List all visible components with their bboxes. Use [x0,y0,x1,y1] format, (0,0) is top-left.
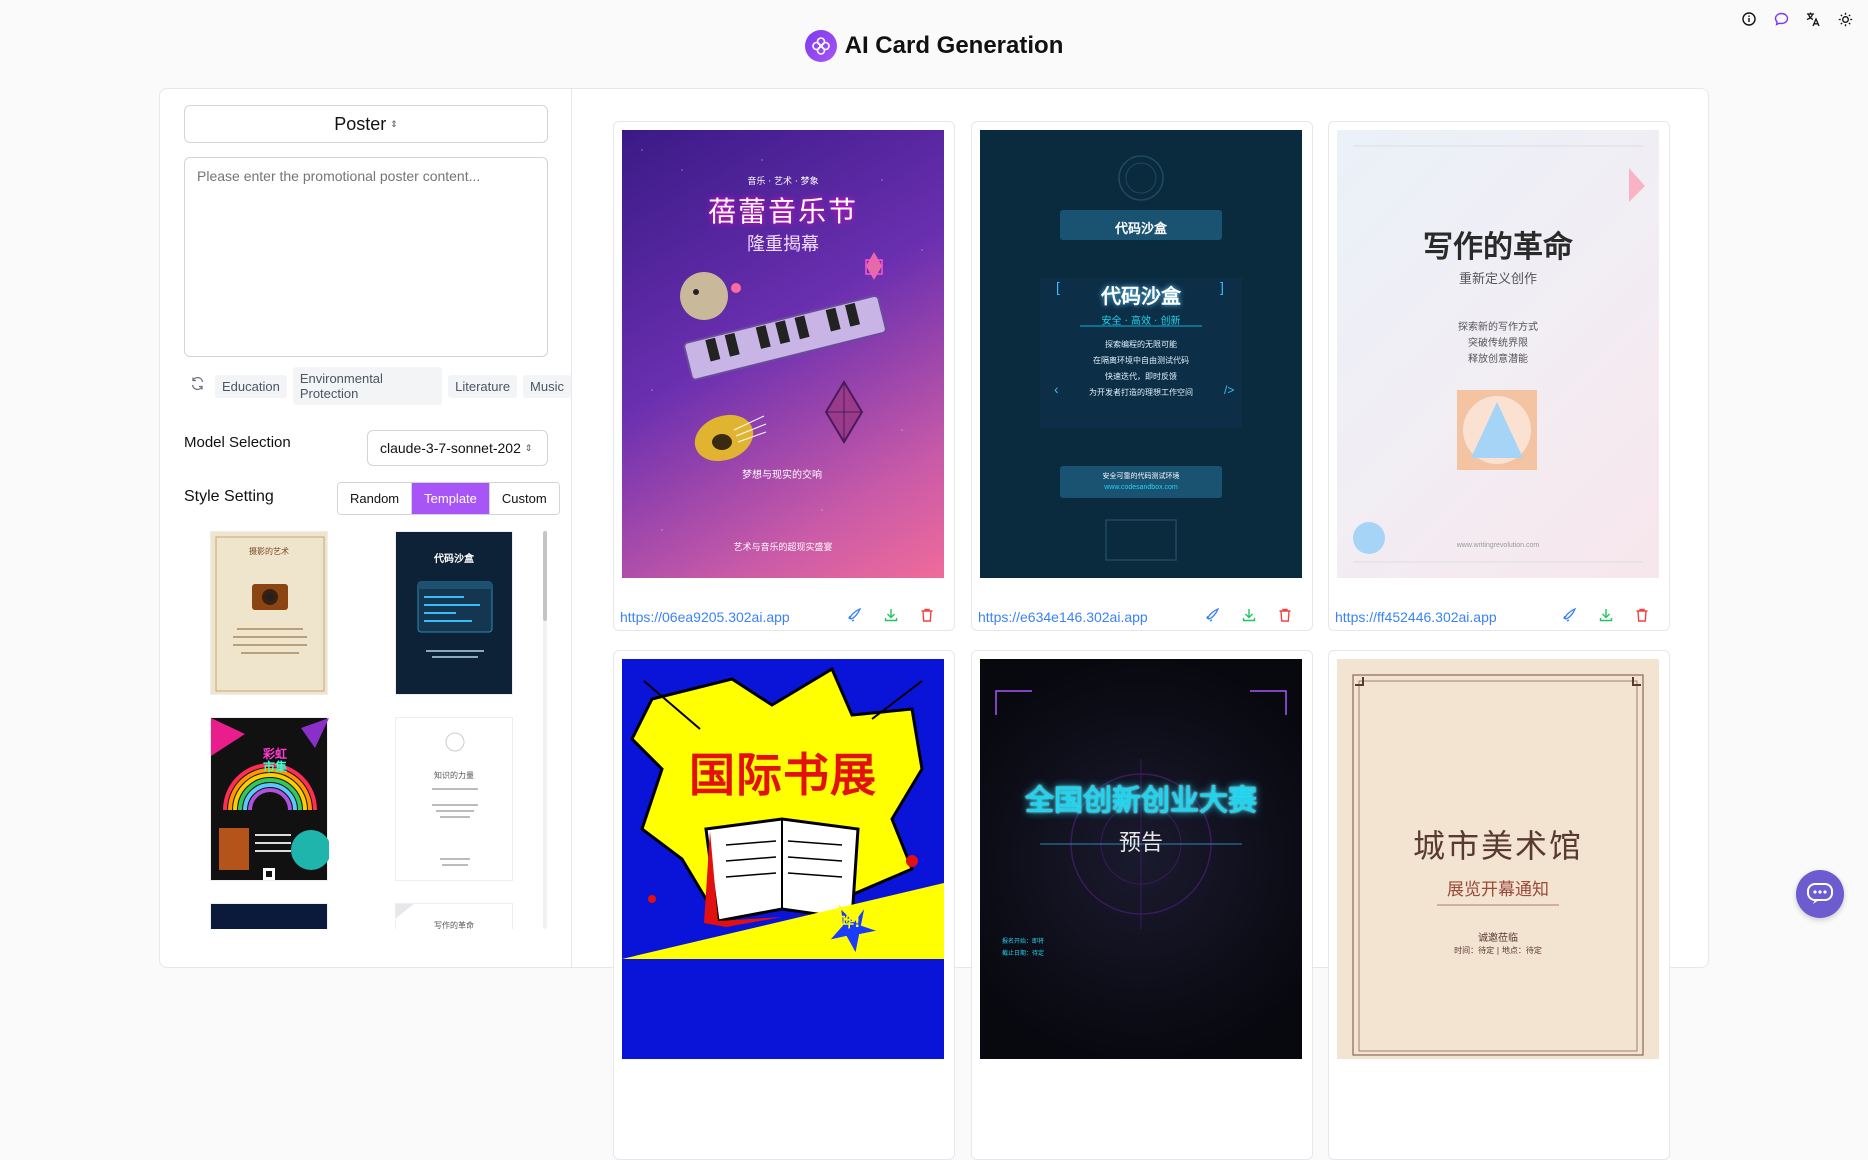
card-small-text: 截止日期：待定 [1002,950,1045,957]
tag-literature[interactable]: Literature [448,374,518,398]
card-line: 释放创意潜能 [1468,354,1528,365]
card-line: 探索新的写作方式 [1458,322,1538,333]
card-title: 写作的革命 [1423,230,1573,265]
card-title: 蓓蕾音乐节 [707,195,858,228]
template-thumb-writing[interactable]: 写作的革命 [395,903,513,929]
card-eyebrow: 音乐 · 艺术 · 梦象 [747,177,819,187]
style-template-button[interactable]: Template [412,483,490,514]
app-title: AI Card Generation [844,32,1064,59]
quick-tags: Education Environmental Protection Liter… [190,367,571,405]
template-scrollbar[interactable] [543,531,547,929]
card-actions [1561,606,1651,624]
template-thumb-knowledge[interactable]: 知识的力量 [395,717,513,881]
card-line: 为开发者打造的理想工作空间 [1089,388,1193,397]
card-image[interactable]: 音乐 · 艺术 · 梦象 蓓蕾音乐节 隆重揭幕 梦想与现实的交响 艺术与音乐的超… [622,130,944,578]
card-city-art-museum: 城市美术馆 展览开幕通知 诚邀莅临 时间：待定 | 地点：待定 [1328,650,1670,1160]
card-subtitle: 预告 [1118,831,1163,856]
template-thumb-photography[interactable]: 摄影的艺术 [210,531,328,695]
card-image[interactable]: 城市美术馆 展览开幕通知 诚邀莅临 时间：待定 | 地点：待定 [1337,659,1659,1059]
translate-icon[interactable] [1804,10,1822,28]
card-subtitle: 隆重揭幕 [747,234,819,255]
settings-sidebar: Poster⇕ Education Environmental Protecti… [160,89,572,967]
template-list: 摄影的艺术 代码沙盒 彩虹 市集 知识的力量 写作的革命 [184,531,544,929]
trash-icon[interactable] [918,606,936,624]
card-tagline: 安全 · 高效 · 创新 [1101,316,1181,327]
template-title: 知识的力量 [434,771,474,780]
card-line: 探索编程的无限可能 [1105,340,1177,349]
model-select[interactable]: claude-3-7-sonnet-202 ⇕ [367,430,548,466]
rocket-icon[interactable] [846,606,864,624]
tag-education[interactable]: Education [215,374,287,398]
trash-icon[interactable] [1276,606,1294,624]
card-actions [1204,606,1294,624]
card-innovation-contest: 全国创新创业大赛 预告 报名开始：即将 截止日期：待定 [971,650,1313,1160]
style-setting-label: Style Setting [184,488,274,505]
sort-arrows-icon: ⇕ [390,118,398,129]
model-value: claude-3-7-sonnet-202 [380,440,521,456]
card-title: 代码沙盒 [1101,284,1181,308]
content-textarea[interactable] [184,157,548,357]
card-image[interactable]: [] ‹/> 代码沙盒 代码沙盒 安全 · 高效 · 创新 探索编程的无限可能 … [980,130,1302,578]
template-title: 写作的革命 [434,921,474,929]
model-selection-label: Model Selection [184,434,291,451]
sort-arrows-icon: ⇕ [524,442,533,453]
download-icon[interactable] [1240,606,1258,624]
card-image[interactable]: 写作的革命 重新定义创作 探索新的写作方式 突破传统界限 释放创意潜能 www.… [1337,130,1659,578]
rocket-icon[interactable] [1204,606,1222,624]
card-url-link[interactable]: https://e634e146.302ai.app [978,609,1148,625]
card-small-text: 报名开始：即将 [1002,938,1045,945]
download-icon[interactable] [1597,606,1615,624]
card-code-sandbox: [] ‹/> 代码沙盒 代码沙盒 安全 · 高效 · 创新 探索编程的无限可能 … [971,121,1313,631]
template-title: 彩虹 市集 [263,748,287,774]
card-url-link[interactable]: https://06ea9205.302ai.app [620,609,790,625]
flower-logo-icon [804,30,837,62]
trash-icon[interactable] [1633,606,1651,624]
card-footer: 安全可靠的代码测试环境 [1102,472,1180,480]
template-thumb-dark[interactable] [210,903,328,929]
template-title-line2: 市集 [263,760,288,774]
card-type-value: Poster [334,113,387,134]
app-header: AI Card Generation [0,30,1868,62]
card-image[interactable]: 全国创新创业大赛 预告 报名开始：即将 截止日期：待定 [980,659,1302,1059]
card-footer-url: www.codesandbox.com [1104,484,1178,491]
tag-environmental-protection[interactable]: Environmental Protection [292,367,443,405]
card-subtitle: 展览开幕通知 [1447,880,1549,900]
template-thumb-code-sandbox[interactable]: 代码沙盒 [395,531,513,695]
card-title: 国际书展 [689,748,877,802]
style-custom-button[interactable]: Custom [489,483,559,514]
info-icon[interactable] [1740,10,1758,28]
card-image[interactable]: 国际书展 哗! [622,659,944,1059]
card-subtitle: 重新定义创作 [1458,272,1537,287]
download-icon[interactable] [882,606,900,624]
template-title: 摄影的艺术 [249,547,289,556]
card-badge: 哗! [840,915,861,931]
card-line: 诚邀莅临 [1478,933,1518,944]
card-line: 在隔离环境中自由测试代码 [1093,356,1189,365]
card-line: 快速迭代，即时反馈 [1105,372,1177,381]
card-line: 突破传统界限 [1468,338,1528,349]
card-actions [846,606,936,624]
card-music-festival: 音乐 · 艺术 · 梦象 蓓蕾音乐节 隆重揭幕 梦想与现实的交响 艺术与音乐的超… [613,121,955,631]
chat-support-button[interactable] [1796,870,1844,918]
card-site: www.writingrevolution.com [1456,542,1540,549]
card-writing-revolution: 写作的革命 重新定义创作 探索新的写作方式 突破传统界限 释放创意潜能 www.… [1328,121,1670,631]
card-book-fair: 国际书展 哗! [613,650,955,1160]
refresh-icon[interactable] [190,376,205,396]
card-title: 城市美术馆 [1412,827,1583,865]
main-panel: Poster⇕ Education Environmental Protecti… [159,88,1709,1160]
chat-bubble-icon[interactable] [1772,10,1790,28]
template-title: 代码沙盒 [434,554,474,565]
card-footer: 艺术与音乐的超现实盛宴 [733,543,833,553]
sun-icon[interactable] [1836,10,1854,28]
rocket-icon[interactable] [1561,606,1579,624]
card-title: 全国创新创业大赛 [1024,783,1257,817]
template-thumb-rainbow-market[interactable]: 彩虹 市集 [210,717,331,881]
card-type-select[interactable]: Poster ⇕ [184,105,548,143]
tag-music[interactable]: Music [523,374,571,398]
card-url-link[interactable]: https://ff452446.302ai.app [1335,609,1497,625]
style-random-button[interactable]: Random [338,483,413,514]
style-toggle: Random Template Custom [337,482,560,515]
card-header-title: 代码沙盒 [1114,222,1167,237]
card-mid-text: 梦想与现实的交响 [742,470,822,481]
